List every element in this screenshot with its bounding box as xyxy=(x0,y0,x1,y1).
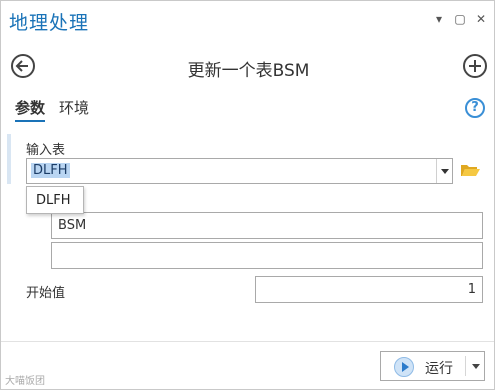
input-table-value: DLFH xyxy=(31,163,70,178)
field-input-2[interactable] xyxy=(51,242,483,269)
pane-title: 地理处理 xyxy=(9,12,90,34)
restore-icon[interactable]: ▢ xyxy=(452,11,468,27)
start-value-text: 1 xyxy=(467,282,476,297)
start-value-input[interactable]: 1 xyxy=(255,276,483,303)
tab-environments[interactable]: 环境 xyxy=(59,97,89,118)
tab-parameters[interactable]: 参数 xyxy=(15,97,46,122)
chevron-down-icon[interactable] xyxy=(436,159,452,183)
start-value-label: 开始值 xyxy=(26,286,66,301)
help-icon[interactable]: ? xyxy=(465,98,485,118)
close-icon[interactable]: ✕ xyxy=(473,11,489,27)
folder-open-icon[interactable] xyxy=(460,162,480,178)
geoprocessing-pane: 地理处理 ▾ ▢ ✕ 更新一个表BSM 参数 环境 ? 输入表 DLFH DLF… xyxy=(0,0,495,390)
dropdown-option[interactable]: DLFH xyxy=(36,193,71,208)
play-icon xyxy=(394,357,414,377)
input-table-combobox[interactable]: DLFH xyxy=(26,158,453,184)
field-input-1-value: BSM xyxy=(58,218,87,233)
active-param-indicator xyxy=(7,134,11,184)
pane-menu-icon[interactable]: ▾ xyxy=(431,11,447,27)
title-bar: 地理处理 ▾ ▢ ✕ xyxy=(1,1,494,41)
run-split-divider xyxy=(465,356,466,376)
watermark: 大喵饭团 xyxy=(5,376,45,387)
footer-divider xyxy=(1,341,494,342)
input-table-label: 输入表 xyxy=(26,143,66,158)
run-label: 运行 xyxy=(425,361,453,377)
tool-title: 更新一个表BSM xyxy=(187,61,310,81)
add-plus-icon[interactable] xyxy=(463,54,487,78)
input-table-dropdown: DLFH xyxy=(26,186,84,214)
run-options-chevron-icon[interactable] xyxy=(472,364,480,369)
field-input-1[interactable]: BSM xyxy=(51,212,483,239)
run-button[interactable]: 运行 xyxy=(380,351,485,381)
